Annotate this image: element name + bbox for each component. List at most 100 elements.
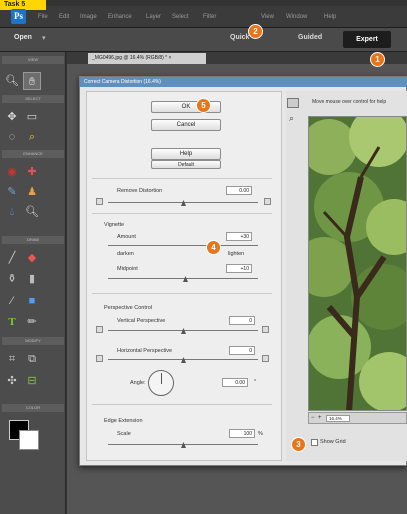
- vertical-perspective-left-icon: [96, 326, 103, 333]
- vignette-lighten-label: lighten: [228, 251, 245, 257]
- angle-unit: °: [254, 379, 257, 385]
- preview-status-bar: [308, 412, 407, 424]
- move-tool-icon[interactable]: ✥: [3, 108, 21, 126]
- content-aware-move-icon[interactable]: ✣: [3, 372, 21, 390]
- tools-section-color: COLOR: [2, 404, 64, 412]
- perspective-heading: Perspective Control: [104, 305, 152, 311]
- menu-image[interactable]: Image: [80, 14, 97, 20]
- scale-field[interactable]: 100: [229, 429, 255, 438]
- shape-tool-icon[interactable]: ■: [23, 292, 41, 310]
- eyedropper-icon[interactable]: ⁄: [3, 292, 21, 310]
- tools-section-enhance: ENHANCE: [2, 150, 64, 158]
- brush-tool-icon[interactable]: ╱: [3, 249, 21, 267]
- controls-panel: [86, 91, 282, 461]
- eraser-tool-icon[interactable]: ◆: [23, 249, 41, 267]
- sponge-tool-icon[interactable]: 🔍︎: [23, 203, 41, 221]
- angle-dial[interactable]: [148, 370, 174, 396]
- menu-window[interactable]: Window: [286, 14, 307, 20]
- preview-image: [308, 116, 407, 411]
- edge-extension-heading: Edge Extension: [104, 418, 143, 424]
- recompose-tool-icon[interactable]: ⧉: [23, 350, 41, 368]
- grid-tool-icon[interactable]: [287, 98, 299, 108]
- vignette-amount-field[interactable]: +30: [226, 232, 252, 241]
- show-grid-checkbox[interactable]: [311, 439, 318, 446]
- vignette-midpoint-label: Midpoint: [117, 266, 138, 272]
- gradient-tool-icon[interactable]: ▮: [23, 270, 41, 288]
- horizontal-perspective-label: Horizontal Perspective: [117, 348, 173, 354]
- smart-brush-icon[interactable]: ✎: [3, 183, 21, 201]
- marquee-tool-icon[interactable]: ▭: [23, 108, 41, 126]
- menu-layer[interactable]: Layer: [146, 14, 161, 20]
- callout-badge-5: 5: [196, 98, 211, 113]
- crop-tool-icon[interactable]: ⌗: [3, 350, 21, 368]
- remove-distortion-field[interactable]: 0.00: [226, 186, 252, 195]
- horizontal-perspective-field[interactable]: 0: [229, 346, 255, 355]
- dialog-title: Correct Camera Distortion (16.4%): [80, 77, 407, 87]
- blur-tool-icon[interactable]: 💧︎: [3, 203, 21, 221]
- vertical-perspective-right-icon: [262, 326, 269, 333]
- callout-badge-4: 4: [206, 240, 221, 255]
- menu-view[interactable]: View: [261, 14, 274, 20]
- pencil-tool-icon[interactable]: ✏︎: [23, 313, 41, 331]
- menu-filter[interactable]: Filter: [203, 14, 216, 20]
- tools-section-draw: DRAW: [2, 236, 64, 244]
- quick-selection-tool-icon[interactable]: ⌕: [23, 128, 41, 146]
- open-button[interactable]: Open: [14, 34, 32, 41]
- angle-label: Angle:: [130, 380, 146, 386]
- scale-label: Scale: [117, 431, 131, 437]
- default-button[interactable]: Default: [151, 160, 221, 169]
- app-window: Task 5 Ps File Edit Image Enhance Layer …: [0, 0, 407, 514]
- pincushion-icon: [96, 198, 103, 205]
- tools-section-view: VIEW: [2, 56, 64, 64]
- callout-badge-2: 2: [248, 24, 263, 39]
- clone-stamp-icon[interactable]: ♟: [23, 183, 41, 201]
- expert-mode-tab[interactable]: Expert: [343, 31, 391, 48]
- vignette-midpoint-field[interactable]: +10: [226, 264, 252, 273]
- tools-section-modify: MODIFY: [2, 337, 64, 345]
- divider: [92, 404, 272, 405]
- help-button[interactable]: Help: [151, 148, 221, 160]
- cancel-button[interactable]: Cancel: [151, 119, 221, 131]
- zoom-out-icon[interactable]: −: [311, 415, 315, 421]
- paint-bucket-icon[interactable]: ⚱: [3, 270, 21, 288]
- red-eye-tool-icon[interactable]: ◉: [3, 163, 21, 181]
- vignette-darken-label: darken: [117, 251, 134, 257]
- document-tab[interactable]: _MG0496.jpg @ 16.4% (RGB/8) * ×: [88, 53, 206, 64]
- menu-enhance[interactable]: Enhance: [108, 14, 132, 20]
- tools-section-select: SELECT: [2, 95, 64, 103]
- zoom-level-field[interactable]: 16.4%: [326, 415, 350, 422]
- scale-unit: %: [258, 431, 263, 437]
- callout-badge-3: 3: [291, 437, 306, 452]
- menu-select[interactable]: Select: [172, 14, 189, 20]
- angle-field[interactable]: 0.00: [222, 378, 248, 387]
- hand-tool-icon[interactable]: ✋︎: [23, 72, 41, 90]
- chevron-down-icon[interactable]: ▾: [42, 34, 46, 42]
- callout-badge-1: 1: [370, 52, 385, 67]
- background-color-swatch[interactable]: [19, 430, 39, 450]
- divider: [92, 293, 272, 294]
- lasso-tool-icon[interactable]: ◌: [3, 128, 21, 146]
- zoom-tool-icon[interactable]: ⌕: [289, 113, 294, 124]
- straighten-tool-icon[interactable]: ⊟: [23, 372, 41, 390]
- quick-mode-tab[interactable]: Quick: [230, 34, 249, 41]
- vignette-midpoint-slider[interactable]: [108, 278, 258, 279]
- app-logo[interactable]: Ps: [11, 9, 26, 24]
- vertical-perspective-label: Vertical Perspective: [117, 318, 166, 324]
- preview-hint: Move mouse over control for help: [312, 99, 387, 105]
- tree-photo: [309, 117, 406, 410]
- vertical-perspective-field[interactable]: 0: [229, 316, 255, 325]
- menu-edit[interactable]: Edit: [59, 14, 69, 20]
- vignette-amount-slider[interactable]: [108, 245, 258, 246]
- horizontal-perspective-right-icon: [262, 355, 269, 362]
- menu-help[interactable]: Help: [324, 14, 336, 20]
- vignette-amount-label: Amount: [117, 234, 136, 240]
- vignette-heading: Vignette: [104, 222, 125, 228]
- barrel-icon: [264, 198, 271, 205]
- menu-file[interactable]: File: [38, 14, 48, 20]
- guided-mode-tab[interactable]: Guided: [298, 34, 322, 41]
- zoom-tool-icon[interactable]: 🔍︎: [3, 72, 21, 90]
- type-tool-icon[interactable]: T: [3, 313, 21, 331]
- divider: [92, 213, 272, 214]
- zoom-in-icon[interactable]: +: [318, 415, 322, 421]
- healing-brush-icon[interactable]: ✚: [23, 163, 41, 181]
